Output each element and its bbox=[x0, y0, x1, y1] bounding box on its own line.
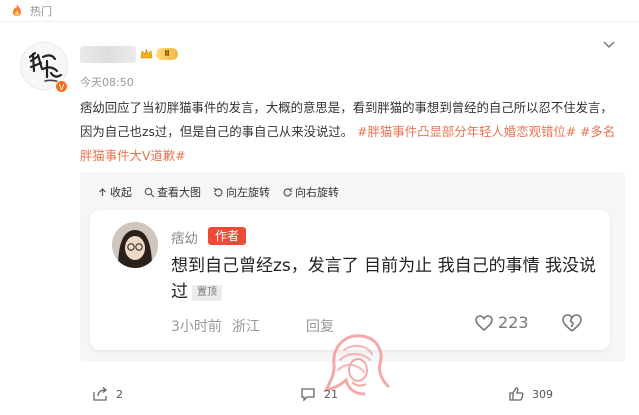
hashtag-link[interactable]: #胖猫事件凸显部分年轻人婚恋观错位# bbox=[357, 124, 576, 139]
media-toolbar: 收起 查看大图 向左旋转 向右旋转 bbox=[97, 184, 351, 200]
view-large-label: 查看大图 bbox=[157, 186, 201, 199]
forward-count: 2 bbox=[116, 387, 123, 401]
top-bar: 热门 bbox=[0, 0, 639, 22]
rotate-right-icon bbox=[283, 187, 293, 197]
divider bbox=[0, 21, 639, 22]
comment-button[interactable]: 21 bbox=[300, 386, 338, 402]
heart-icon bbox=[475, 314, 493, 331]
arrow-up-icon bbox=[99, 187, 106, 196]
rotate-left-label: 向左旋转 bbox=[226, 186, 270, 199]
pinned-badge: 置顶 bbox=[192, 285, 222, 301]
forward-button[interactable]: 2 bbox=[92, 386, 123, 402]
comment-like: 223 bbox=[474, 313, 529, 332]
comment-count: 21 bbox=[324, 387, 338, 401]
like-button[interactable]: 309 bbox=[508, 386, 553, 402]
comment-avatar bbox=[112, 222, 158, 268]
author-badge: 作者 bbox=[208, 227, 246, 245]
collapse-label: 收起 bbox=[110, 186, 132, 199]
forward-icon bbox=[93, 387, 108, 401]
chevron-down-icon[interactable] bbox=[602, 40, 616, 50]
comment-author-name: 痞幼 bbox=[171, 231, 198, 247]
collapse-button[interactable]: 收起 bbox=[97, 184, 132, 200]
comment-location: 浙江 bbox=[231, 319, 260, 335]
comment-time: 3小时前 bbox=[171, 319, 222, 335]
view-large-button[interactable]: 查看大图 bbox=[144, 184, 201, 200]
comment-like-count: 223 bbox=[498, 313, 529, 332]
magnifier-icon bbox=[144, 187, 155, 197]
comment-body: 想到自己曾经zs，发言了 目前为止 我自己的事情 我没说过 bbox=[171, 256, 596, 302]
rotate-right-label: 向右旋转 bbox=[295, 186, 339, 199]
comment-icon bbox=[301, 388, 315, 402]
flame-icon bbox=[13, 4, 21, 16]
crown-icon bbox=[140, 48, 153, 59]
vip-badge-icon: V bbox=[55, 80, 68, 93]
broken-heart-icon bbox=[562, 314, 582, 332]
post-text: 痞幼回应了当初胖猫事件的发言，大概的意思是，看到胖猫的事想到曾经的自己所以忍不住… bbox=[80, 96, 620, 168]
comment-meta: 3小时前 浙江 bbox=[171, 316, 270, 336]
rotate-left-icon bbox=[213, 187, 223, 197]
thumbs-up-icon bbox=[509, 387, 524, 401]
like-count: 309 bbox=[532, 387, 553, 401]
hot-label[interactable]: 热门 bbox=[30, 3, 52, 19]
rotate-left-button[interactable]: 向左旋转 bbox=[213, 184, 270, 200]
level-badge: Ⅱ bbox=[156, 48, 178, 60]
rotate-right-button[interactable]: 向右旋转 bbox=[282, 184, 339, 200]
username[interactable] bbox=[80, 46, 136, 63]
comment-text: 想到自己曾经zs，发言了 目前为止 我自己的事情 我没说过 置顶 bbox=[171, 253, 601, 305]
post-timestamp[interactable]: 今天08:50 bbox=[80, 74, 134, 90]
